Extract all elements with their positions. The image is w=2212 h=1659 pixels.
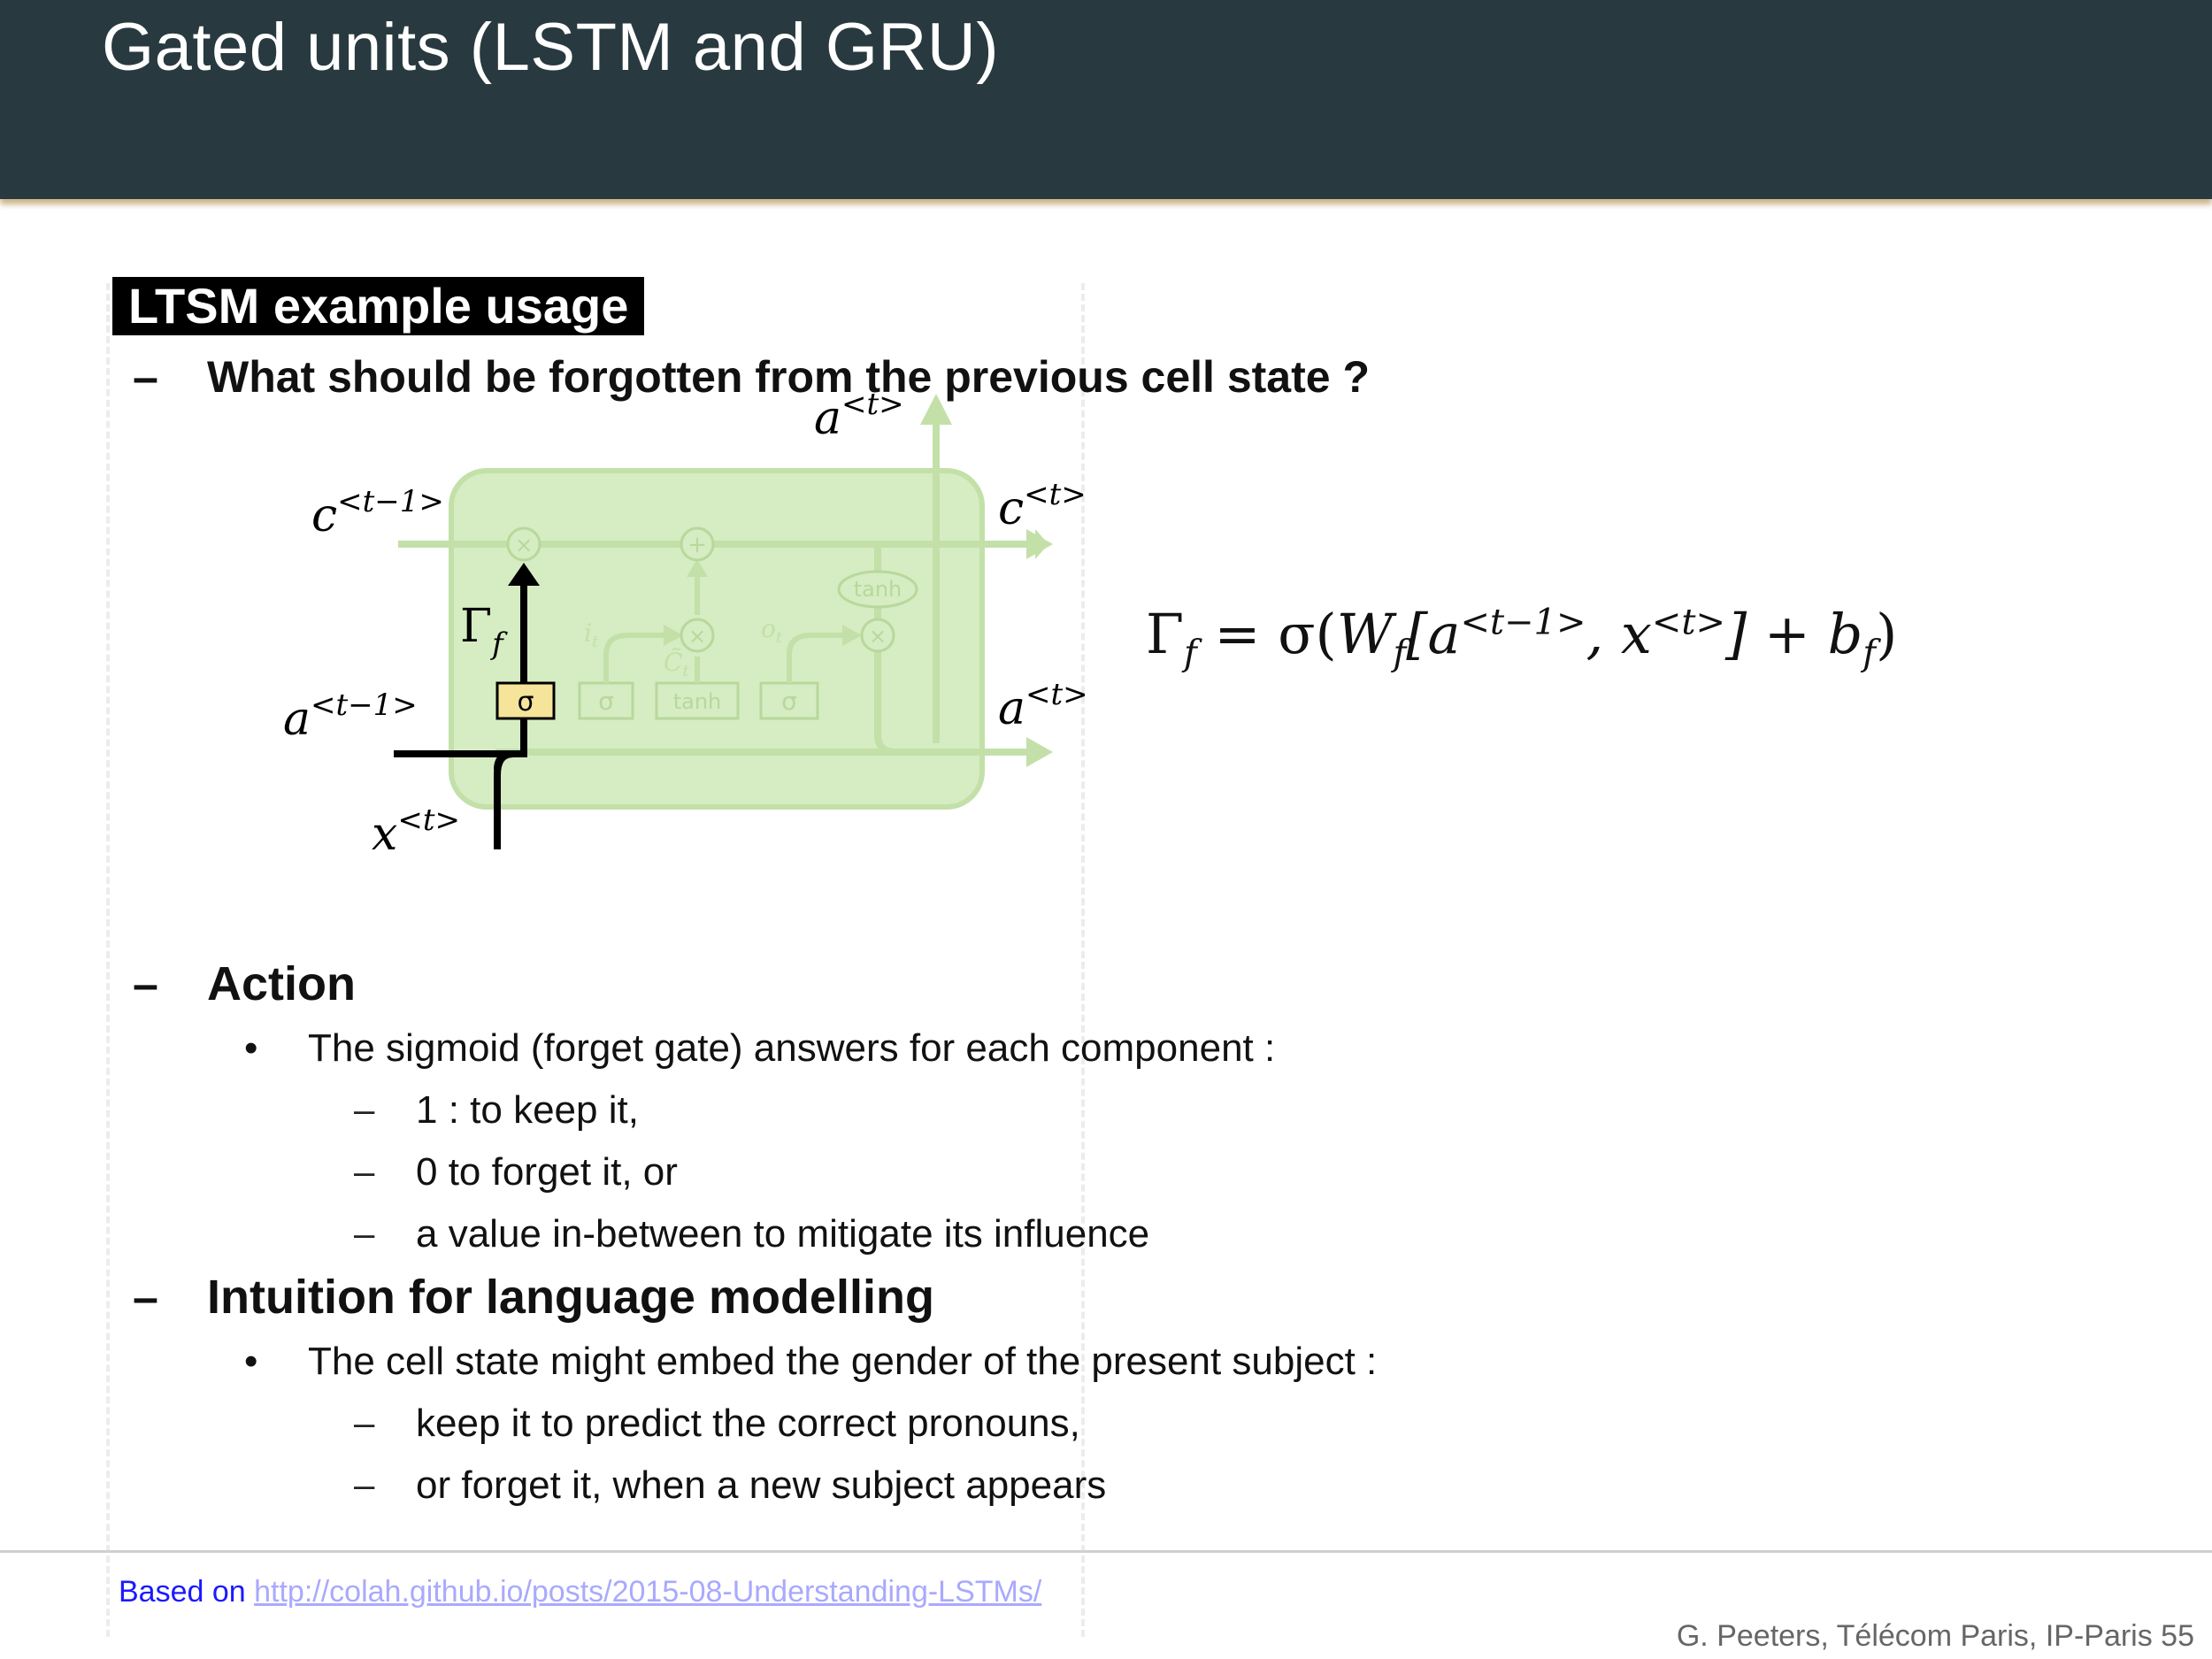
intuition-item-dash: –	[354, 1463, 375, 1505]
label-a-next: a<t>	[998, 677, 1088, 735]
forget-gate-formula: Γf = σ(Wf[a<t−1>, x<t>] + bf)	[1146, 602, 1898, 674]
intuition-bullet: •	[244, 1340, 258, 1383]
forget-multiply: ×	[515, 533, 533, 557]
input-gate-sigma: σ	[598, 687, 614, 716]
intuition-heading: Intuition for language modelling	[207, 1271, 934, 1324]
action-item: a value in-between to mitigate its influ…	[416, 1212, 1150, 1256]
guide-line-left	[106, 283, 110, 1637]
label-c-next: c<t>	[998, 477, 1087, 535]
intuition-dash: –	[133, 1272, 158, 1324]
cell-add: +	[687, 532, 707, 558]
action-dash: –	[133, 959, 158, 1010]
lstm-cell-box	[449, 468, 985, 810]
label-a-prev: a<t−1>	[283, 687, 418, 746]
intuition-text: The cell state might embed the gender of…	[308, 1340, 1378, 1383]
svg-text:×: ×	[688, 624, 706, 649]
action-item-dash: –	[354, 1088, 375, 1130]
footer-author-page: G. Peeters, Télécom Paris, IP-Paris 55	[1676, 1619, 2194, 1653]
lstm-diagram: σ tanh σ × + × × tanh it C̃t ot σ a<t> c…	[283, 389, 1088, 861]
action-item-dash: –	[354, 1212, 375, 1254]
slide-title: Gated units (LSTM and GRU)	[102, 10, 1000, 85]
output-gate-sigma: σ	[781, 687, 797, 716]
section-label: LTSM example usage	[112, 277, 645, 335]
label-a-top: a<t>	[814, 389, 904, 445]
forget-gate-sigma: σ	[517, 687, 534, 718]
label-c-prev: c<t−1>	[311, 484, 444, 542]
action-item-dash: –	[354, 1150, 375, 1192]
svg-text:×: ×	[869, 624, 887, 649]
output-tanh: tanh	[854, 577, 902, 602]
intuition-item-dash: –	[354, 1402, 375, 1443]
source-note: Based on http://colah.github.io/posts/20…	[119, 1575, 1041, 1609]
source-prefix: Based on	[119, 1575, 255, 1609]
action-item: 0 to forget it, or	[416, 1150, 678, 1194]
action-text: The sigmoid (forget gate) answers for ea…	[308, 1026, 1276, 1070]
question-dash: –	[133, 352, 158, 403]
action-heading: Action	[207, 957, 356, 1010]
header-bar: Gated units (LSTM and GRU)	[0, 0, 2212, 199]
intuition-item: keep it to predict the correct pronouns,	[416, 1402, 1080, 1445]
action-item: 1 : to keep it,	[416, 1088, 639, 1132]
candidate-tanh: tanh	[673, 689, 722, 714]
bottom-divider	[0, 1550, 2212, 1553]
label-x-in: x<t>	[372, 803, 460, 861]
action-bullet: •	[244, 1026, 258, 1070]
intuition-item: or forget it, when a new subject appears	[416, 1463, 1107, 1507]
source-link[interactable]: http://colah.github.io/posts/2015-08-Und…	[254, 1575, 1041, 1609]
